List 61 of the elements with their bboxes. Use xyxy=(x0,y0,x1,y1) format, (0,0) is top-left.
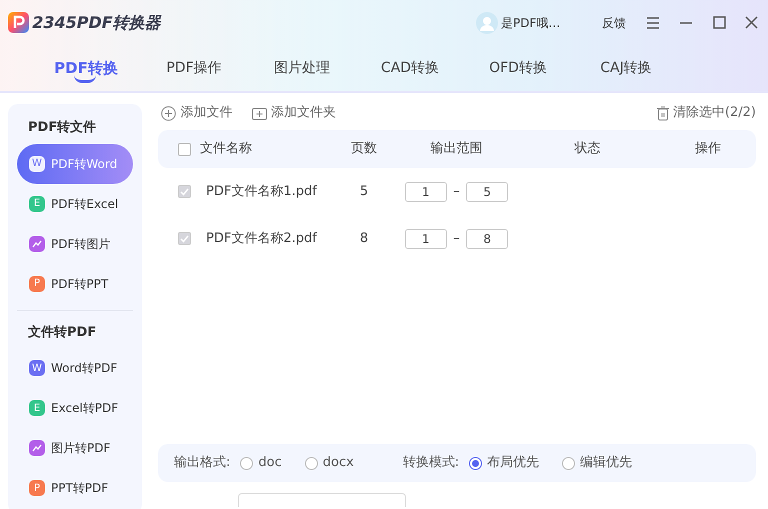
file-type-icon: E xyxy=(29,400,45,416)
user-name[interactable]: 是PDF哦… xyxy=(501,14,589,32)
add-folder-button[interactable]: 添加文件夹 xyxy=(252,103,336,123)
plus-circle-icon xyxy=(161,106,176,120)
column-header: 页数 xyxy=(350,140,378,158)
logo-icon xyxy=(8,12,29,33)
section-title: PDF转文件 xyxy=(27,118,98,137)
sidebar-item[interactable]: W PDF转Word xyxy=(17,144,133,184)
tab[interactable]: CAJ转换 xyxy=(572,45,680,91)
tab[interactable]: OFD转换 xyxy=(464,45,572,91)
feedback-button[interactable]: 反馈 xyxy=(602,14,626,32)
radio-option[interactable]: doc xyxy=(240,453,282,473)
sidebar-item[interactable]: PDF转图片 xyxy=(17,224,133,264)
tab[interactable]: PDF操作 xyxy=(140,45,248,91)
section-title: 文件转PDF xyxy=(27,324,98,342)
clear-selected-button[interactable]: 清除选中(2/2) xyxy=(656,103,756,123)
select-all-checkbox[interactable] xyxy=(178,142,191,156)
radio-option[interactable]: docx xyxy=(304,453,354,473)
sidebar-item[interactable]: P PDF转PPT xyxy=(17,264,133,304)
file-type-icon: W xyxy=(29,360,45,376)
column-header: 状态 xyxy=(573,140,602,158)
file-type-icon: P xyxy=(29,480,45,496)
output-path-field[interactable] xyxy=(238,493,406,507)
range-start-field[interactable]: 1 xyxy=(404,228,447,248)
option-label: 输出格式: xyxy=(174,454,230,472)
file-name: PDF文件名称2.pdf xyxy=(206,230,318,248)
file-type-icon: E xyxy=(29,196,45,212)
folder-plus-icon xyxy=(252,106,267,120)
range-end-field[interactable]: 5 xyxy=(466,182,508,202)
column-header: 操作 xyxy=(694,140,722,158)
column-header: 文件名称 xyxy=(200,140,253,158)
range-dash: – xyxy=(453,230,460,248)
tab[interactable]: PDF转换 xyxy=(32,45,140,91)
range-start-field[interactable]: 1 xyxy=(404,182,447,202)
close-icon[interactable] xyxy=(745,16,758,29)
file-type-icon: P xyxy=(29,276,45,292)
trash-icon xyxy=(656,106,669,120)
avatar-icon[interactable] xyxy=(476,12,498,34)
tab[interactable]: 图片处理 xyxy=(248,45,356,91)
row-checkbox[interactable] xyxy=(178,185,191,198)
radio-option[interactable]: 布局优先 xyxy=(469,453,540,473)
sidebar-item[interactable]: P PPT转PDF xyxy=(17,468,133,508)
sidebar-item[interactable]: E Excel转PDF xyxy=(17,388,133,428)
app-title: 2345PDF转换器 xyxy=(32,12,161,34)
option-label: 转换模式: xyxy=(402,454,460,472)
row-checkbox[interactable] xyxy=(178,232,191,245)
sidebar-item[interactable]: 图片转PDF xyxy=(17,428,133,468)
column-header: 输出范围 xyxy=(430,140,484,158)
file-name: PDF文件名称1.pdf xyxy=(206,182,318,201)
file-type-icon: W xyxy=(29,156,45,172)
menu-icon[interactable] xyxy=(646,16,660,28)
range-end-field[interactable]: 8 xyxy=(466,228,508,248)
page-count: 5 xyxy=(358,182,370,201)
page-count: 8 xyxy=(358,230,370,248)
maximize-icon[interactable] xyxy=(712,16,726,29)
sidebar-item[interactable]: E PDF转Excel xyxy=(17,184,133,224)
radio-option[interactable]: 编辑优先 xyxy=(562,453,632,473)
sidebar-item[interactable]: W Word转PDF xyxy=(17,348,133,388)
range-dash: – xyxy=(453,182,460,201)
add-file-button[interactable]: 添加文件 xyxy=(161,103,232,123)
tab[interactable]: CAD转换 xyxy=(356,45,464,91)
